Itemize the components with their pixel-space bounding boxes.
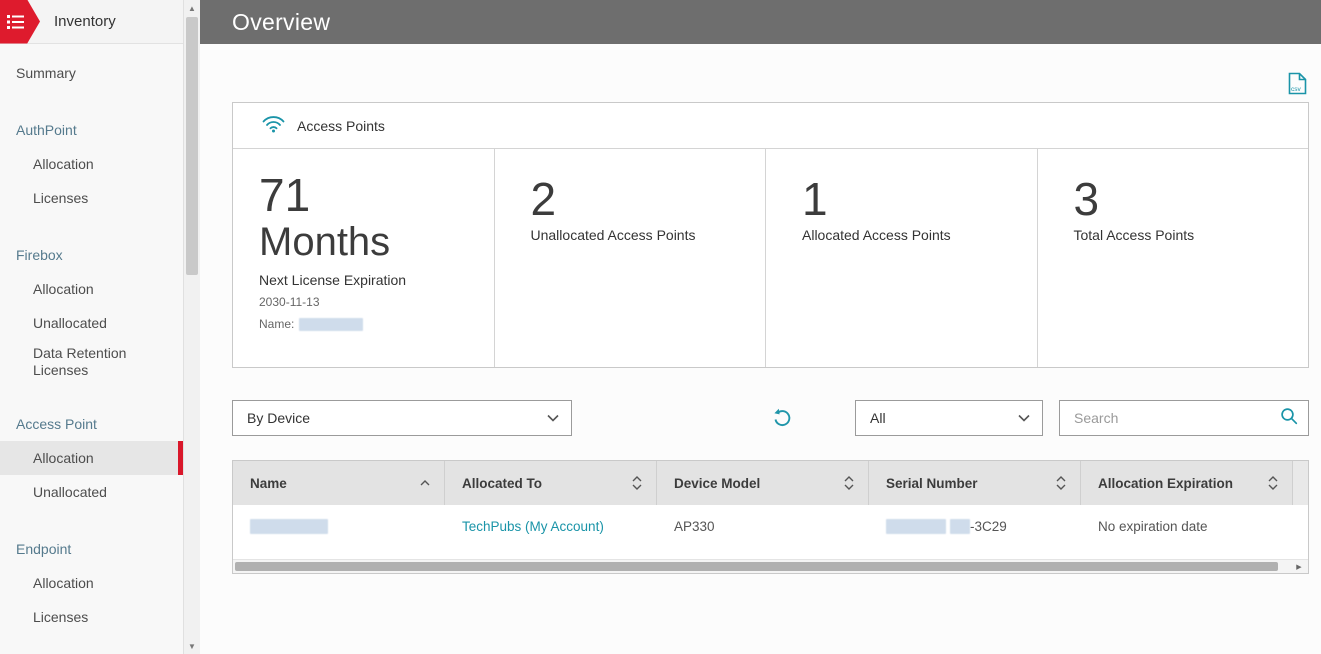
- filter-value: All: [870, 410, 886, 426]
- devices-table: Name Allocated To Device Model Serial Nu…: [232, 460, 1309, 574]
- stat-name-row: Name:: [259, 317, 468, 331]
- cell-allocation-expiration: No expiration date: [1098, 518, 1208, 534]
- access-points-card: Access Points 71 Months Next License Exp…: [232, 102, 1309, 368]
- stat-next-license-expiration: 71 Months Next License Expiration 2030-1…: [233, 149, 495, 367]
- sort-both-icon: [1056, 476, 1066, 490]
- sidebar-section-firebox[interactable]: Firebox: [0, 238, 183, 272]
- sidebar-item-endpoint-licenses[interactable]: Licenses: [0, 600, 183, 634]
- cell-serial-number: -3C29: [869, 518, 1081, 534]
- svg-text:csv: csv: [1291, 86, 1302, 93]
- stat-unallocated-access-points: 2 Unallocated Access Points: [495, 149, 766, 367]
- card-header: Access Points: [233, 103, 1308, 149]
- sort-both-icon: [1268, 476, 1278, 490]
- sidebar-section-authpoint[interactable]: AuthPoint: [0, 113, 183, 147]
- column-label: Name: [250, 475, 287, 491]
- stat-value: 2: [530, 173, 557, 225]
- stat-label: Total Access Points: [1073, 227, 1195, 244]
- h-scrollbar-thumb[interactable]: [235, 562, 1278, 571]
- redacted-serial: [886, 518, 946, 534]
- search-box: [1059, 400, 1309, 436]
- sidebar-item-authpoint-licenses[interactable]: Licenses: [0, 181, 183, 215]
- column-header-allocated-to[interactable]: Allocated To: [445, 461, 657, 505]
- redacted-serial: [950, 518, 970, 534]
- stat-value: 1: [802, 173, 828, 225]
- column-header-device-model[interactable]: Device Model: [657, 461, 869, 505]
- table-toolbar: By Device All: [232, 400, 1309, 436]
- stat-value: 3: [1073, 173, 1100, 225]
- stat-total-access-points: 3 Total Access Points: [1038, 149, 1309, 367]
- column-header-allocation-expiration[interactable]: Allocation Expiration: [1081, 461, 1293, 505]
- chevron-down-icon: [1018, 414, 1030, 422]
- filter-select[interactable]: All: [855, 400, 1043, 436]
- column-label: Device Model: [674, 475, 761, 491]
- sidebar-item-summary[interactable]: Summary: [0, 56, 183, 90]
- sort-asc-icon: [420, 480, 430, 486]
- column-label: Serial Number: [886, 475, 978, 491]
- search-icon[interactable]: [1280, 407, 1298, 430]
- sidebar-nav: Summary AuthPoint Allocation Licenses Fi…: [0, 44, 183, 634]
- sidebar-item-access-point-unallocated[interactable]: Unallocated: [0, 475, 183, 509]
- page-title: Overview: [232, 8, 331, 35]
- sidebar: Inventory Summary AuthPoint Allocation L…: [0, 0, 183, 654]
- column-label: Allocation Expiration: [1098, 475, 1234, 491]
- stat-expiration-date: 2030-11-13: [259, 295, 320, 310]
- stat-value: 71: [259, 169, 311, 221]
- column-header-serial-number[interactable]: Serial Number: [869, 461, 1081, 505]
- sidebar-section-access-point[interactable]: Access Point: [0, 407, 183, 441]
- search-input[interactable]: [1072, 409, 1280, 427]
- refresh-icon[interactable]: [771, 407, 793, 429]
- sidebar-title: Inventory: [54, 13, 116, 30]
- scroll-up-icon[interactable]: ▲: [184, 0, 200, 16]
- table-header-row: Name Allocated To Device Model Serial Nu…: [233, 461, 1308, 505]
- scroll-right-icon[interactable]: ▶: [1292, 560, 1306, 573]
- group-by-value: By Device: [247, 410, 311, 426]
- inventory-icon: [0, 0, 40, 44]
- sidebar-item-firebox-data-retention-licenses[interactable]: Data Retention Licenses: [0, 340, 183, 384]
- group-by-select[interactable]: By Device: [232, 400, 572, 436]
- column-header-name[interactable]: Name: [233, 461, 445, 505]
- sidebar-header: Inventory: [0, 0, 183, 44]
- stat-allocated-access-points: 1 Allocated Access Points: [766, 149, 1038, 367]
- serial-suffix: -3C29: [970, 518, 1007, 534]
- sidebar-scrollbar[interactable]: ▲ ▼: [183, 0, 200, 654]
- scroll-down-icon[interactable]: ▼: [184, 638, 200, 654]
- redacted-device-name: [250, 518, 328, 534]
- stats-row: 71 Months Next License Expiration 2030-1…: [233, 149, 1308, 367]
- export-row: csv: [232, 70, 1309, 102]
- cell-device-model: AP330: [674, 518, 715, 534]
- chevron-down-icon: [547, 414, 559, 422]
- content: csv Access Points 71 Months Next License…: [200, 44, 1321, 654]
- redacted-name: [299, 317, 364, 331]
- stat-unit: Months: [259, 220, 391, 265]
- main-area: Overview csv Access Points 71 Months Nex…: [200, 0, 1321, 654]
- card-title: Access Points: [297, 117, 385, 134]
- table-horizontal-scrollbar[interactable]: ▶: [233, 559, 1308, 573]
- sort-both-icon: [844, 476, 854, 490]
- page-header: Overview: [200, 0, 1321, 44]
- header-filler: [1293, 461, 1308, 505]
- sidebar-item-authpoint-allocation[interactable]: Allocation: [0, 147, 183, 181]
- allocated-to-link[interactable]: TechPubs (My Account): [462, 519, 604, 534]
- stat-label: Allocated Access Points: [802, 227, 951, 244]
- cell-name: [233, 518, 445, 534]
- stat-label: Unallocated Access Points: [530, 227, 696, 244]
- sidebar-scrollbar-thumb[interactable]: [186, 17, 198, 275]
- export-csv-icon[interactable]: csv: [1286, 70, 1309, 102]
- sidebar-item-access-point-allocation[interactable]: Allocation: [0, 441, 183, 475]
- wifi-icon: [261, 114, 286, 138]
- sort-both-icon: [632, 476, 642, 490]
- stat-label: Next License Expiration: [259, 272, 407, 289]
- sidebar-item-endpoint-allocation[interactable]: Allocation: [0, 566, 183, 600]
- column-label: Allocated To: [462, 475, 543, 491]
- stat-name-label: Name:: [259, 317, 295, 332]
- cell-allocated-to: TechPubs (My Account): [445, 519, 657, 534]
- table-row[interactable]: TechPubs (My Account) AP330 -3C29 No exp…: [233, 505, 1308, 547]
- sidebar-item-firebox-allocation[interactable]: Allocation: [0, 272, 183, 306]
- sidebar-item-firebox-unallocated[interactable]: Unallocated: [0, 306, 183, 340]
- sidebar-section-endpoint[interactable]: Endpoint: [0, 532, 183, 566]
